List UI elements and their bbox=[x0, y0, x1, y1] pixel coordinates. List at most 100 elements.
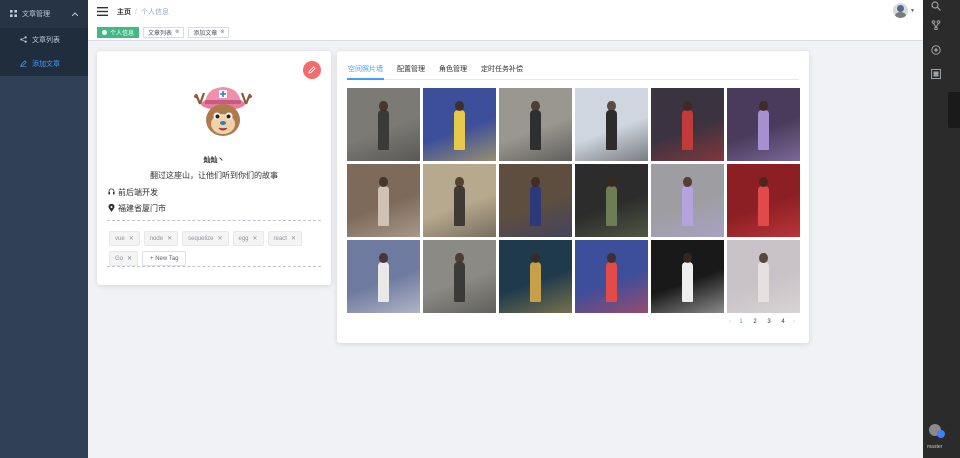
tab-scheduled-task[interactable]: 定时任务补偿 bbox=[480, 64, 524, 80]
close-icon[interactable]: ✕ bbox=[253, 235, 258, 242]
breadcrumb: 主页 / 个人信息 bbox=[117, 7, 169, 17]
tag-personal-info[interactable]: 个人信息 bbox=[97, 26, 140, 38]
edit-icon bbox=[20, 59, 27, 69]
photo-subject bbox=[605, 177, 618, 227]
tag-add-article[interactable]: 添加文章 ⊗ bbox=[188, 26, 230, 38]
photo-tile[interactable] bbox=[727, 240, 800, 313]
sidebar-item-add-article[interactable]: 添加文章 bbox=[0, 52, 88, 76]
photo-tile[interactable] bbox=[499, 164, 572, 237]
photo-subject bbox=[377, 101, 390, 151]
sidebar-item-label: 文章列表 bbox=[32, 37, 60, 44]
photo-subject bbox=[605, 101, 618, 151]
photo-subject bbox=[681, 177, 694, 227]
close-icon[interactable]: ✕ bbox=[217, 235, 222, 242]
breadcrumb-home[interactable]: 主页 bbox=[117, 7, 131, 17]
tag-react[interactable]: react ✕ bbox=[267, 231, 302, 246]
photo-tile[interactable] bbox=[499, 240, 572, 313]
tags-view: 个人信息 文章列表 ⊗ 添加文章 ⊗ bbox=[88, 24, 923, 41]
tag-label: 个人信息 bbox=[110, 30, 135, 37]
photo-tile[interactable] bbox=[423, 240, 496, 313]
photo-subject bbox=[757, 177, 770, 227]
sidebar-item-label: 添加文章 bbox=[32, 61, 60, 68]
page-1[interactable]: 1 bbox=[737, 319, 745, 325]
photo-tile[interactable] bbox=[651, 88, 724, 161]
sidebar-group-article[interactable]: 文章管理 bbox=[0, 0, 88, 28]
dashed-divider bbox=[107, 220, 321, 221]
photo-subject bbox=[453, 253, 466, 303]
close-icon[interactable]: ⊗ bbox=[220, 29, 224, 35]
close-icon[interactable]: ✕ bbox=[167, 235, 172, 242]
photo-tile[interactable] bbox=[575, 164, 648, 237]
tab-role-management[interactable]: 角色管理 bbox=[438, 64, 468, 80]
tag-egg[interactable]: egg ✕ bbox=[232, 231, 264, 246]
photo-subject bbox=[453, 177, 466, 227]
close-icon[interactable]: ✕ bbox=[127, 255, 132, 262]
tag-text: Go bbox=[115, 255, 124, 262]
photo-tile[interactable] bbox=[499, 88, 572, 161]
edit-profile-button[interactable] bbox=[303, 61, 321, 79]
layout-icon[interactable] bbox=[930, 68, 942, 80]
photo-tile[interactable] bbox=[423, 164, 496, 237]
hamburger-icon[interactable] bbox=[97, 5, 108, 19]
tag-go[interactable]: Go ✕ bbox=[109, 251, 139, 266]
tag-vue[interactable]: vue ✕ bbox=[109, 231, 140, 246]
avatar[interactable] bbox=[893, 3, 909, 18]
photo-subject bbox=[529, 101, 542, 151]
panel-drag-handle[interactable] bbox=[948, 92, 960, 128]
tag-label: 添加文章 bbox=[193, 30, 218, 37]
photo-tile[interactable] bbox=[727, 164, 800, 237]
active-dot-icon bbox=[102, 29, 107, 35]
prev-page-button[interactable]: ‹ bbox=[729, 319, 731, 325]
pagination: ‹ 1 2 3 4 › bbox=[729, 319, 795, 325]
user-menu[interactable]: ▼ bbox=[893, 3, 915, 18]
git-branch-label: master bbox=[927, 444, 943, 450]
caret-down-icon: ▼ bbox=[910, 7, 915, 14]
photo-tile[interactable] bbox=[727, 88, 800, 161]
page-4[interactable]: 4 bbox=[779, 319, 787, 325]
tag-article-list[interactable]: 文章列表 ⊗ bbox=[143, 26, 185, 38]
edit-icon bbox=[308, 66, 316, 74]
tag-node[interactable]: node ✕ bbox=[143, 231, 179, 246]
page-2[interactable]: 2 bbox=[751, 319, 759, 325]
tag-sequelize[interactable]: sequelize ✕ bbox=[182, 231, 229, 246]
tag-text: node bbox=[149, 235, 164, 242]
photo-tile[interactable] bbox=[347, 88, 420, 161]
search-icon[interactable] bbox=[930, 0, 942, 12]
photo-tile[interactable] bbox=[423, 88, 496, 161]
photo-subject bbox=[757, 101, 770, 151]
chip-icon[interactable] bbox=[930, 44, 942, 56]
profile-tags: vue ✕ node ✕ sequelize ✕ egg ✕ react ✕ Go ✕ + … bbox=[109, 231, 319, 266]
navbar: 主页 / 个人信息 ▼ bbox=[88, 0, 923, 24]
tab-photo-wall[interactable]: 空间照片墙 bbox=[347, 64, 384, 80]
tag-text: sequelize bbox=[188, 235, 214, 242]
photo-subject bbox=[377, 253, 390, 303]
profile-job: 前后端开发 bbox=[118, 188, 158, 197]
close-icon[interactable]: ✕ bbox=[291, 235, 296, 242]
new-tag-button[interactable]: + New Tag bbox=[142, 251, 187, 266]
photo-tile[interactable] bbox=[347, 240, 420, 313]
breadcrumb-separator: / bbox=[135, 8, 137, 16]
next-page-button[interactable]: › bbox=[793, 319, 795, 325]
close-icon[interactable]: ⊗ bbox=[175, 29, 179, 35]
page-3[interactable]: 3 bbox=[765, 319, 773, 325]
tag-text: egg bbox=[238, 235, 249, 242]
branch-icon[interactable] bbox=[930, 19, 942, 31]
sidebar-group-label: 文章管理 bbox=[22, 11, 50, 18]
sidebar-item-article-list[interactable]: 文章列表 bbox=[0, 28, 88, 52]
breadcrumb-current: 个人信息 bbox=[140, 9, 169, 16]
tag-label: 文章列表 bbox=[148, 30, 173, 37]
profile-location-row: 福建省厦门市 bbox=[108, 203, 166, 214]
photo-tile[interactable] bbox=[651, 164, 724, 237]
close-icon[interactable]: ✕ bbox=[129, 235, 134, 242]
photo-grid bbox=[347, 88, 800, 313]
headset-icon bbox=[108, 188, 115, 197]
photo-tile[interactable] bbox=[651, 240, 724, 313]
location-pin-icon bbox=[108, 203, 115, 214]
photo-tile[interactable] bbox=[347, 164, 420, 237]
photo-tile[interactable] bbox=[575, 240, 648, 313]
photo-tile[interactable] bbox=[575, 88, 648, 161]
photo-subject bbox=[681, 253, 694, 303]
photo-subject bbox=[453, 101, 466, 151]
tab-config-management[interactable]: 配置管理 bbox=[396, 64, 426, 80]
photo-wall-card: 空间照片墙 配置管理 角色管理 定时任务补偿 ‹ 1 2 3 4 › bbox=[337, 51, 809, 343]
